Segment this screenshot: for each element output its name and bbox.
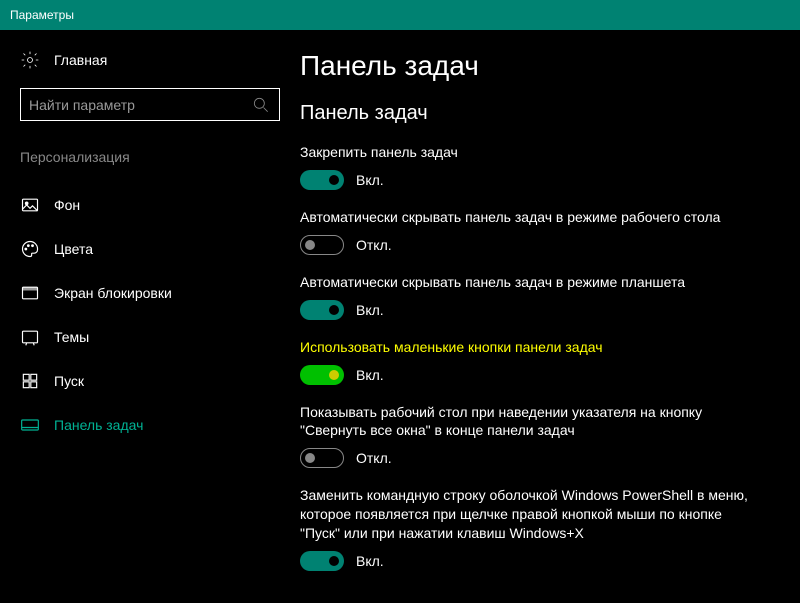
page-title: Панель задач xyxy=(300,50,778,82)
home-label: Главная xyxy=(54,52,107,68)
setting-item: Автоматически скрывать панель задач в ре… xyxy=(300,273,778,320)
themes-icon xyxy=(20,327,40,347)
toggle-row: Вкл. xyxy=(300,300,778,320)
toggle-state-label: Откл. xyxy=(356,450,392,466)
setting-label: Заменить командную строку оболочкой Wind… xyxy=(300,486,760,543)
window-title: Параметры xyxy=(10,8,74,22)
toggle-state-label: Вкл. xyxy=(356,553,384,569)
lockscreen-icon xyxy=(20,283,40,303)
sidebar-item-label: Фон xyxy=(54,197,80,213)
sidebar-item-colors[interactable]: Цвета xyxy=(20,227,300,271)
setting-label: Закрепить панель задач xyxy=(300,143,760,162)
toggle-switch[interactable] xyxy=(300,551,344,571)
sidebar-item-background[interactable]: Фон xyxy=(20,183,300,227)
toggle-row: Откл. xyxy=(300,235,778,255)
toggle-switch[interactable] xyxy=(300,448,344,468)
setting-item: Использовать маленькие кнопки панели зад… xyxy=(300,338,778,385)
sidebar: Главная Персонализация Фон Цвета Э xyxy=(0,30,300,603)
toggle-state-label: Вкл. xyxy=(356,172,384,188)
toggle-switch[interactable] xyxy=(300,235,344,255)
titlebar: Параметры xyxy=(0,0,800,30)
toggle-knob xyxy=(305,453,315,463)
home-button[interactable]: Главная xyxy=(20,50,300,70)
sidebar-item-themes[interactable]: Темы xyxy=(20,315,300,359)
sidebar-item-label: Пуск xyxy=(54,373,84,389)
toggle-switch[interactable] xyxy=(300,300,344,320)
sidebar-item-label: Темы xyxy=(54,329,89,345)
section-title: Панель задач xyxy=(300,102,778,125)
toggle-knob xyxy=(329,175,339,185)
toggle-row: Откл. xyxy=(300,448,778,468)
setting-item: Заменить командную строку оболочкой Wind… xyxy=(300,486,778,571)
setting-item: Закрепить панель задач Вкл. xyxy=(300,143,778,190)
toggle-knob xyxy=(329,556,339,566)
main-panel: Панель задач Панель задач Закрепить пане… xyxy=(300,30,800,603)
setting-label: Использовать маленькие кнопки панели зад… xyxy=(300,338,760,357)
setting-label: Показывать рабочий стол при наведении ук… xyxy=(300,403,760,441)
sidebar-item-taskbar[interactable]: Панель задач xyxy=(20,403,300,447)
setting-label: Автоматически скрывать панель задач в ре… xyxy=(300,273,760,292)
toggle-switch[interactable] xyxy=(300,170,344,190)
search-input[interactable] xyxy=(29,97,251,113)
taskbar-icon xyxy=(20,415,40,435)
content: Главная Персонализация Фон Цвета Э xyxy=(0,30,800,603)
toggle-state-label: Откл. xyxy=(356,237,392,253)
gear-icon xyxy=(20,50,40,70)
toggle-switch[interactable] xyxy=(300,365,344,385)
search-icon xyxy=(251,95,271,115)
setting-item: Показывать рабочий стол при наведении ук… xyxy=(300,403,778,469)
toggle-knob xyxy=(305,240,315,250)
sidebar-item-label: Цвета xyxy=(54,241,93,257)
settings-list: Закрепить панель задач Вкл. Автоматически … xyxy=(300,143,778,571)
sidebar-item-label: Экран блокировки xyxy=(54,285,172,301)
toggle-row: Вкл. xyxy=(300,170,778,190)
palette-icon xyxy=(20,239,40,259)
toggle-knob xyxy=(329,370,339,380)
search-box[interactable] xyxy=(20,88,280,121)
start-icon xyxy=(20,371,40,391)
sidebar-item-label: Панель задач xyxy=(54,417,143,433)
setting-item: Автоматически скрывать панель задач в ре… xyxy=(300,208,778,255)
toggle-row: Вкл. xyxy=(300,551,778,571)
toggle-state-label: Вкл. xyxy=(356,302,384,318)
sidebar-item-start[interactable]: Пуск xyxy=(20,359,300,403)
setting-label: Автоматически скрывать панель задач в ре… xyxy=(300,208,760,227)
category-label: Персонализация xyxy=(20,149,300,165)
image-icon xyxy=(20,195,40,215)
toggle-row: Вкл. xyxy=(300,365,778,385)
sidebar-item-lockscreen[interactable]: Экран блокировки xyxy=(20,271,300,315)
toggle-knob xyxy=(329,305,339,315)
toggle-state-label: Вкл. xyxy=(356,367,384,383)
